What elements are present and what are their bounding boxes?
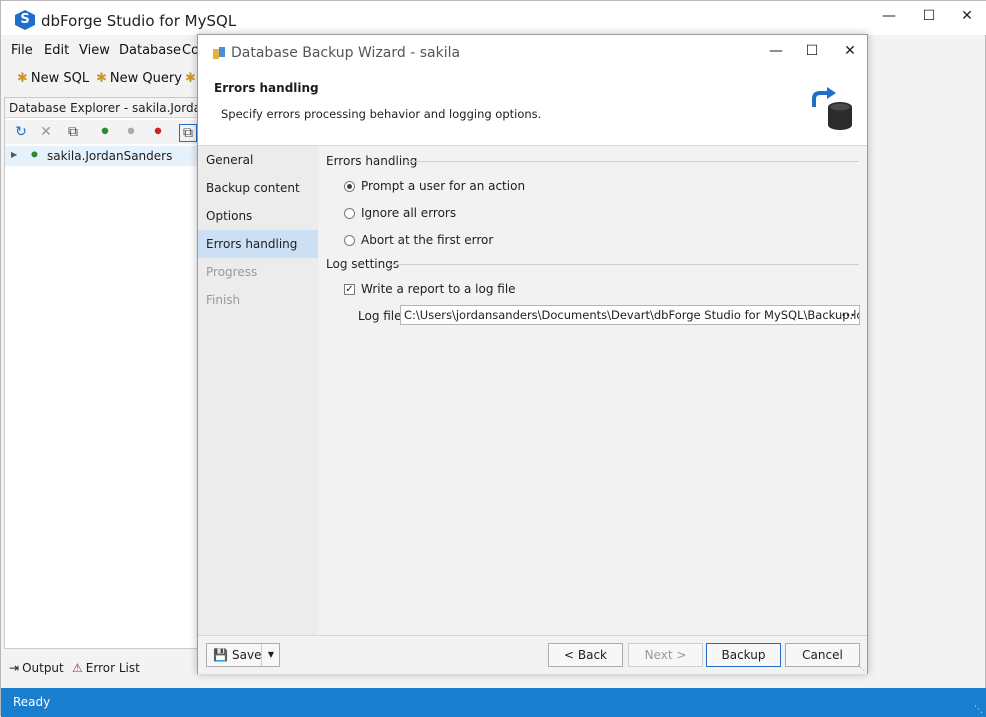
log-file-input[interactable]: C:\Users\jordansanders\Documents\Devart\… [400,305,860,325]
nav-options[interactable]: Options [198,202,318,230]
menu-database[interactable]: Database [119,43,181,58]
wizard-resize-grip-icon[interactable]: ⋱ [857,663,865,672]
main-window: S dbForge Studio for MySQL — ☐ ✕ File Ed… [0,0,986,717]
bottom-tabs: ⇥ Output ⚠ Error List [1,661,201,683]
new-sql-label: New SQL [30,71,90,86]
radio-button[interactable] [344,234,355,246]
new-query-icon: ✱ [96,71,107,86]
back-button[interactable]: < Back [548,643,623,667]
backup-database-icon [812,87,852,130]
menu-edit[interactable]: Edit [44,43,69,58]
title-bar: S dbForge Studio for MySQL — ☐ ✕ [1,1,986,35]
browse-button[interactable]: ··· [841,306,855,324]
new-connection-icon[interactable]: ⚫ [97,124,113,140]
log-file-label: Log file: [358,309,406,323]
log-file-path: C:\Users\jordansanders\Documents\Devart\… [404,308,860,322]
remove-connection-icon[interactable]: ⚫ [150,124,166,140]
collapse-icon[interactable]: ⧉ [65,124,81,140]
next-button: Next > [628,643,703,667]
write-report-checkbox[interactable]: ✓ Write a report to a log file [344,282,516,296]
tab-error-list[interactable]: ⚠ Error List [72,661,140,675]
wizard-header: Errors handling Specify errors processin… [198,71,867,146]
menu-file[interactable]: File [11,43,33,58]
nav-errors-handling[interactable]: Errors handling [198,230,318,258]
refresh-icon[interactable]: ↻ [13,124,29,140]
save-button[interactable]: 💾 Save ▼ [206,643,280,667]
nav-progress: Progress [206,265,258,279]
radio-prompt-user[interactable]: Prompt a user for an action [344,179,525,193]
output-icon: ⇥ [9,661,20,675]
expand-arrow-icon[interactable]: ▶ [11,150,17,159]
resize-grip-icon[interactable]: ⋱ [974,705,983,715]
wizard-footer: 💾 Save ▼ < Back Next > Backup Cancel ⋱ [198,635,867,674]
tab-output[interactable]: ⇥ Output [9,661,64,675]
section-divider [389,264,859,265]
wizard-title: Database Backup Wizard - sakila [231,45,461,61]
wizard-maximize-button[interactable]: ☐ [800,41,824,61]
menu-view[interactable]: View [79,43,110,58]
status-bar: Ready ⋱ [1,688,986,717]
tree-item-connection[interactable]: ▶ ⚫ sakila.JordanSanders [5,146,200,166]
disconnect-icon[interactable]: ⚫ [123,124,139,140]
tab-output-label: Output [22,661,64,675]
minimize-button[interactable]: — [877,7,901,25]
new-sql-button[interactable]: ✱ New SQL [17,71,89,86]
wizard-navigation: General Backup content Options Errors ha… [198,146,318,635]
save-icon: 💾 [213,648,228,662]
radio-abort-first-error-label: Abort at the first error [361,233,494,247]
nav-backup-content[interactable]: Backup content [198,174,318,202]
app-logo-icon: S [15,10,35,30]
connection-icon: ⚫ [29,148,40,163]
wizard-title-bar: Database Backup Wizard - sakila — ☐ ✕ [198,35,867,71]
tree-item-label: sakila.JordanSanders [47,149,173,163]
errors-handling-section-title: Errors handling [326,154,418,168]
page-title: Errors handling [214,81,319,95]
cancel-button[interactable]: Cancel [785,643,860,667]
explorer-header: Database Explorer - sakila.JordanSanders [5,98,200,118]
status-text: Ready [13,695,51,709]
backup-wizard-dialog: Database Backup Wizard - sakila — ☐ ✕ Er… [197,34,868,674]
checkbox-checked[interactable]: ✓ [344,283,355,295]
new-sql-icon: ✱ [17,71,28,86]
write-report-label: Write a report to a log file [361,282,516,296]
radio-button-selected[interactable] [344,180,355,192]
wizard-close-button[interactable]: ✕ [838,41,862,61]
backup-button[interactable]: Backup [706,643,781,667]
radio-abort-first-error[interactable]: Abort at the first error [344,233,493,247]
toolbar: ✱ New SQL ✱ New Query ✱ [1,71,201,91]
radio-button[interactable] [344,207,355,219]
error-list-icon: ⚠ [72,661,83,675]
radio-ignore-errors-label: Ignore all errors [361,206,457,220]
database-explorer-panel: Database Explorer - sakila.JordanSanders… [4,97,200,649]
wizard-title-icon [213,47,225,59]
maximize-button[interactable]: ☐ [917,7,941,25]
copy-icon[interactable]: ⧉ [179,124,197,142]
nav-finish: Finish [206,293,241,307]
radio-prompt-user-label: Prompt a user for an action [361,179,526,193]
wizard-minimize-button[interactable]: — [764,41,788,61]
section-divider [406,161,859,162]
page-description: Specify errors processing behavior and l… [221,107,542,121]
wizard-content: Errors handling Prompt a user for an act… [318,146,867,635]
menu-bar: File Edit View Database Co [1,43,201,63]
new-query-button[interactable]: ✱ New Query [96,71,182,86]
new-query-label: New Query [109,71,182,86]
tab-error-list-label: Error List [85,661,140,675]
nav-general[interactable]: General [198,146,318,174]
toolbar-more-icon[interactable]: ✱ [185,71,196,86]
close-button[interactable]: ✕ [955,7,979,25]
radio-ignore-errors[interactable]: Ignore all errors [344,206,456,220]
app-title: dbForge Studio for MySQL [41,12,237,30]
delete-icon[interactable]: ✕ [38,124,54,140]
explorer-toolbar: ↻ ✕ ⧉ ⚫ ⚫ ⚫ ⧉ [5,120,200,144]
save-label: Save [232,648,262,662]
save-dropdown-icon[interactable]: ▼ [261,644,280,666]
